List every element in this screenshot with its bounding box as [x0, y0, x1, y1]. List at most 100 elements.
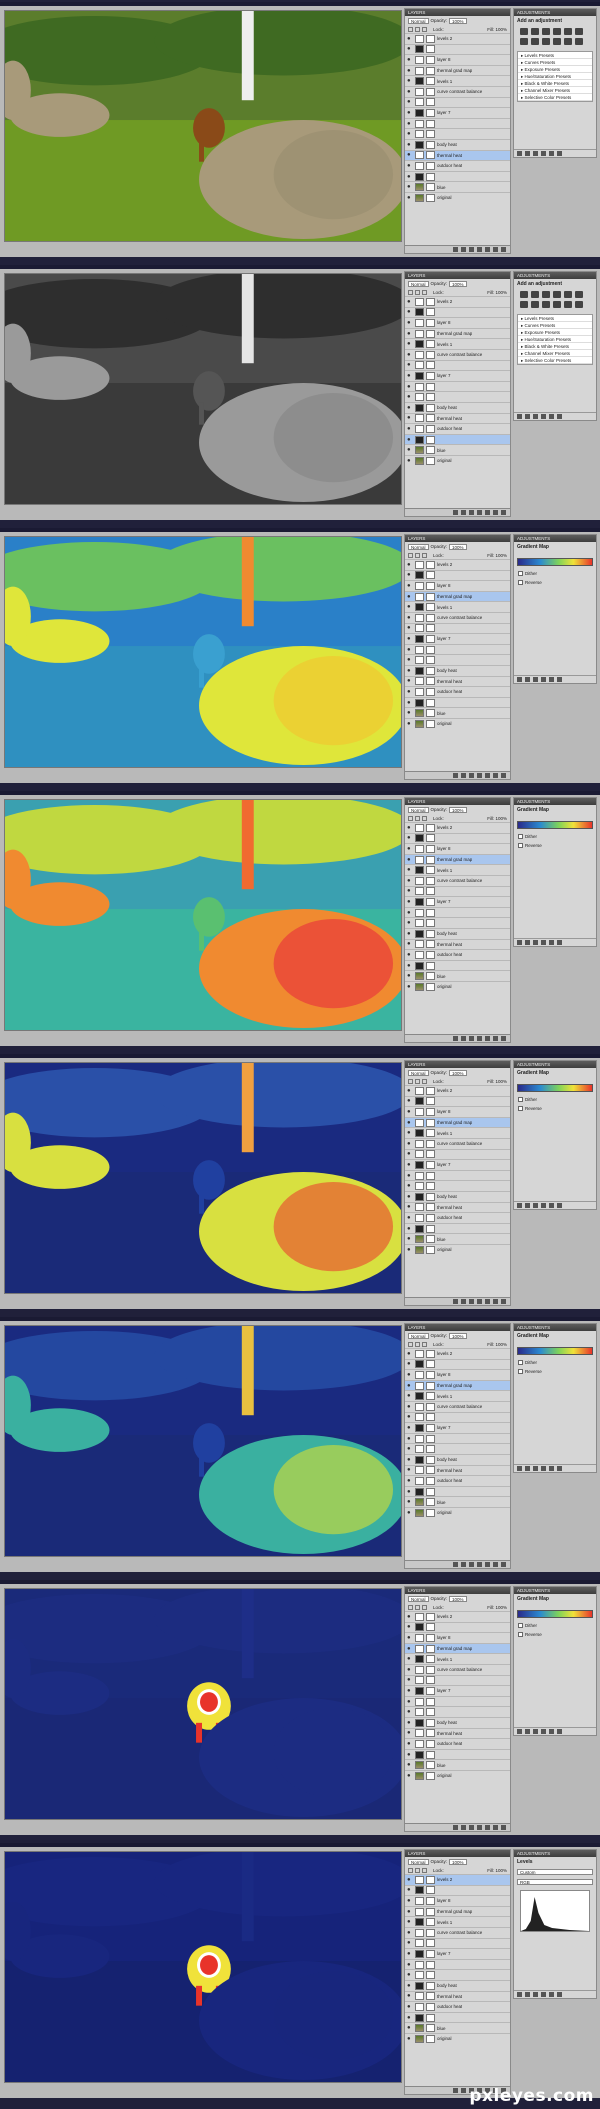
mask-icon[interactable]	[469, 510, 474, 515]
layers-tab[interactable]: LAYERS	[405, 535, 510, 542]
adjustments-tab[interactable]: ADJUSTMENTS	[514, 272, 596, 279]
layer-row[interactable]: ● thermal heat	[405, 1201, 510, 1213]
layer-row[interactable]: ● curve contrast balance	[405, 348, 510, 360]
reset-icon[interactable]	[549, 1992, 554, 1997]
adjustments-tab[interactable]: ADJUSTMENTS	[514, 1324, 596, 1331]
expand-icon[interactable]	[525, 677, 530, 682]
lock-transparency-icon[interactable]	[408, 1078, 413, 1084]
eye-icon[interactable]: ●	[407, 1425, 413, 1431]
eye-icon[interactable]: ●	[407, 1773, 413, 1779]
eye-icon[interactable]: ●	[407, 583, 413, 589]
eye-icon[interactable]: ●	[407, 1730, 413, 1736]
preset-item[interactable]: ▸ Exposure Presets	[518, 66, 592, 73]
layer-row[interactable]: ●	[405, 359, 510, 371]
layer-row[interactable]: ●	[405, 906, 510, 918]
layer-row[interactable]: ● layer 8	[405, 843, 510, 854]
visibility-icon[interactable]	[541, 677, 546, 682]
lock-pixels-icon[interactable]	[415, 815, 420, 821]
layer-row[interactable]: ● thermal heat	[405, 938, 510, 950]
mask-icon[interactable]	[469, 1562, 474, 1567]
eye-icon[interactable]: ●	[407, 341, 413, 347]
adjustments-tab[interactable]: ADJUSTMENTS	[514, 1061, 596, 1068]
layer-row[interactable]: ●	[405, 917, 510, 928]
adjustment-type-icon[interactable]	[564, 291, 572, 298]
eye-icon[interactable]: ●	[407, 625, 413, 631]
layer-row[interactable]: ●	[405, 128, 510, 139]
layers-tab[interactable]: LAYERS	[405, 272, 510, 279]
back-icon[interactable]	[517, 151, 522, 156]
layer-row[interactable]: ● thermal grad map	[405, 327, 510, 339]
adjustment-type-icon[interactable]	[520, 301, 528, 308]
layer-row[interactable]: ● levels 1	[405, 1916, 510, 1927]
trash-icon[interactable]	[557, 1203, 562, 1208]
eye-icon[interactable]: ●	[407, 131, 413, 137]
preset-item[interactable]: ▸ Curves Presets	[518, 59, 592, 66]
back-icon[interactable]	[517, 940, 522, 945]
layer-row[interactable]: ● outdoor heat	[405, 160, 510, 171]
adjustment-icon[interactable]	[477, 247, 482, 252]
eye-icon[interactable]: ●	[407, 2036, 413, 2042]
dither-checkbox[interactable]: Dither	[514, 1621, 596, 1630]
trash-icon[interactable]	[557, 414, 562, 419]
eye-icon[interactable]: ●	[407, 57, 413, 63]
preset-item[interactable]: ▸ Levels Presets	[518, 52, 592, 59]
eye-icon[interactable]: ●	[407, 973, 413, 979]
eye-icon[interactable]: ●	[407, 846, 413, 852]
levels-preset-select[interactable]: Custom	[517, 1869, 593, 1875]
layer-row[interactable]: ●	[405, 1937, 510, 1949]
layer-row[interactable]: ● curve contrast balance	[405, 85, 510, 97]
adjustment-type-icon[interactable]	[542, 301, 550, 308]
blend-mode-select[interactable]: Normal	[408, 17, 429, 24]
eye-icon[interactable]: ●	[407, 309, 413, 315]
gradient-preview[interactable]	[517, 1347, 593, 1355]
layer-row[interactable]: ● levels 2	[405, 1611, 510, 1622]
reverse-checkbox[interactable]: Reverse	[514, 841, 596, 850]
eye-icon[interactable]: ●	[407, 352, 413, 358]
layer-row[interactable]: ●	[405, 96, 510, 108]
eye-icon[interactable]: ●	[407, 1489, 413, 1495]
eye-icon[interactable]: ●	[407, 331, 413, 337]
link-icon[interactable]	[453, 2088, 458, 2093]
layer-row[interactable]: ●	[405, 43, 510, 55]
mask-icon[interactable]	[469, 1036, 474, 1041]
gradient-preview[interactable]	[517, 821, 593, 829]
eye-icon[interactable]: ●	[407, 1624, 413, 1630]
eye-icon[interactable]: ●	[407, 152, 413, 158]
link-icon[interactable]	[453, 1562, 458, 1567]
eye-icon[interactable]: ●	[407, 1236, 413, 1242]
layer-row[interactable]: ●	[405, 569, 510, 581]
eye-icon[interactable]: ●	[407, 458, 413, 464]
clip-icon[interactable]	[533, 414, 538, 419]
eye-icon[interactable]: ●	[407, 678, 413, 684]
eye-icon[interactable]: ●	[407, 1183, 413, 1189]
eye-icon[interactable]: ●	[407, 1720, 413, 1726]
preset-item[interactable]: ▸ Hue/Saturation Presets	[518, 336, 592, 343]
reset-icon[interactable]	[549, 1729, 554, 1734]
layer-row[interactable]: ● levels 2	[405, 33, 510, 44]
layer-row[interactable]: ● layer 7	[405, 633, 510, 644]
eye-icon[interactable]: ●	[407, 1393, 413, 1399]
layer-row[interactable]: ● blue	[405, 2022, 510, 2033]
layer-row[interactable]: ● levels 1	[405, 1653, 510, 1664]
canvas-image[interactable]	[4, 10, 402, 242]
layer-row[interactable]: ●	[405, 1358, 510, 1370]
canvas-image[interactable]	[4, 1062, 402, 1294]
preset-item[interactable]: ▸ Selective Color Presets	[518, 357, 592, 364]
layer-row[interactable]: ● thermal heat	[405, 149, 510, 161]
blend-mode-select[interactable]: Normal	[408, 280, 429, 287]
layer-row[interactable]: ● thermal heat	[405, 675, 510, 687]
eye-icon[interactable]: ●	[407, 1909, 413, 1915]
eye-icon[interactable]: ●	[407, 1109, 413, 1115]
layer-row[interactable]: ●	[405, 1169, 510, 1181]
preset-item[interactable]: ▸ Channel Mixer Presets	[518, 87, 592, 94]
adjustment-type-icon[interactable]	[531, 301, 539, 308]
layer-row[interactable]: ● levels 1	[405, 601, 510, 612]
eye-icon[interactable]: ●	[407, 299, 413, 305]
adjustment-icon[interactable]	[477, 1562, 482, 1567]
eye-icon[interactable]: ●	[407, 437, 413, 443]
eye-icon[interactable]: ●	[407, 320, 413, 326]
eye-icon[interactable]: ●	[407, 1162, 413, 1168]
blend-mode-select[interactable]: Normal	[408, 543, 429, 550]
expand-icon[interactable]	[525, 414, 530, 419]
expand-icon[interactable]	[525, 1729, 530, 1734]
